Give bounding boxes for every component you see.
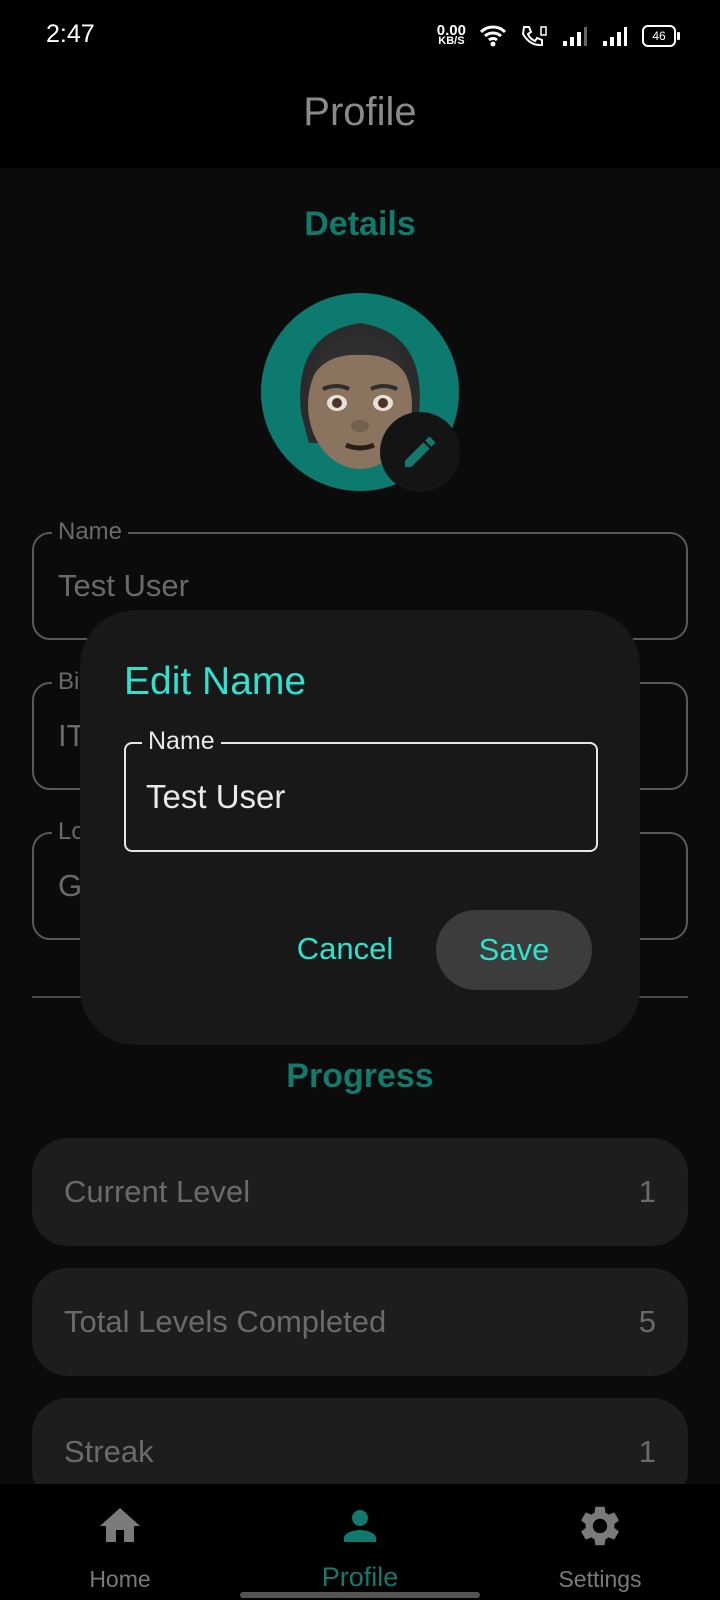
details-section-title: Details [304, 205, 416, 243]
stat-row-current-level: Current Level 1 [32, 1138, 688, 1246]
cancel-button[interactable]: Cancel [290, 910, 400, 988]
wifi-icon [480, 25, 506, 47]
network-speed-indicator: 0.00 KB/S [437, 23, 466, 47]
stat-label: Total Levels Completed [64, 1304, 387, 1339]
progress-section-title: Progress [286, 1057, 434, 1095]
home-icon [100, 1508, 140, 1542]
battery-icon: 46 [642, 25, 680, 47]
pencil-icon [405, 436, 435, 467]
edit-avatar-button[interactable] [380, 412, 460, 492]
wifi-calling-icon [521, 26, 547, 47]
person-icon [344, 1510, 376, 1542]
bottom-nav: Home Profile Settings [0, 1484, 720, 1600]
nav-label-settings: Settings [558, 1566, 642, 1592]
dialog-name-field[interactable]: Name [124, 727, 598, 852]
dialog-title: Edit Name [124, 660, 307, 703]
app-header: Profile [0, 72, 720, 168]
name-field-value: Test User [58, 568, 189, 603]
nav-label-home: Home [89, 1566, 151, 1592]
nav-label-profile: Profile [321, 1562, 399, 1592]
network-speed-unit: KB/S [438, 35, 465, 47]
stat-value: 1 [638, 1174, 656, 1209]
nav-item-profile[interactable]: Profile [240, 1484, 480, 1600]
edit-name-dialog: Edit Name Name Cancel Save [80, 610, 640, 1045]
signal-icon-2 [603, 27, 627, 46]
name-input[interactable] [146, 778, 576, 816]
name-field-label: Name [52, 518, 129, 546]
stat-row-total-levels: Total Levels Completed 5 [32, 1268, 688, 1376]
status-bar: 2:47 0.00 KB/S 46 [0, 0, 720, 72]
save-button[interactable]: Save [436, 910, 592, 990]
stat-label: Streak [64, 1434, 154, 1469]
stat-value: 1 [638, 1434, 656, 1469]
page-title: Profile [303, 90, 417, 134]
nav-item-settings[interactable]: Settings [480, 1484, 720, 1600]
status-time: 2:47 [46, 20, 95, 48]
gear-icon [581, 1506, 619, 1546]
dialog-name-field-label: Name [142, 727, 221, 756]
signal-icon [563, 27, 587, 46]
stat-value: 5 [638, 1304, 656, 1339]
nav-item-home[interactable]: Home [0, 1484, 240, 1600]
location-field-value: G [58, 868, 83, 903]
stat-label: Current Level [64, 1174, 251, 1209]
status-icons: 0.00 KB/S 46 [437, 22, 680, 50]
home-indicator[interactable] [240, 1592, 480, 1598]
